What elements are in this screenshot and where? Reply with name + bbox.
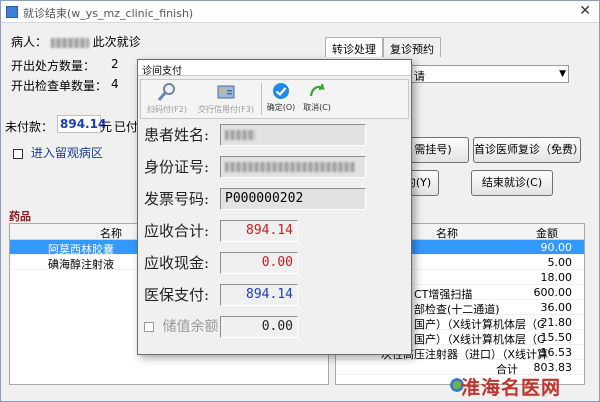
row-amount: 18.00 <box>540 271 573 284</box>
checkbox-box[interactable] <box>144 322 154 332</box>
patient-label-text: 病人： <box>11 35 48 49</box>
tab-transfer[interactable]: 转诊处理 <box>325 37 383 57</box>
unpaid-unit: 元 <box>100 120 113 134</box>
paid-label: 已付 <box>114 120 139 134</box>
row-amount: 600.00 <box>533 286 573 299</box>
cancel-label: 取消(C) <box>303 103 331 112</box>
cash-receivable-label: 应收现金: <box>144 254 210 272</box>
exam-count-label: 开出检查单数量： <box>11 79 108 93</box>
column-header-name: 名称 <box>436 227 458 240</box>
unpaid-amount: 894.14 <box>57 115 106 133</box>
exam-count-value: 4 <box>111 77 119 91</box>
prescription-count-value: 2 <box>111 57 119 71</box>
credit-pay-button[interactable]: 交行信用付(F3) <box>195 82 257 115</box>
window-title: 就诊结束(w_ys_mz_clinic_finish) <box>23 7 194 20</box>
undo-arrow-icon <box>309 83 325 97</box>
combo-value: 请 <box>414 70 425 83</box>
scan-pay-button[interactable]: 扫码付(F2) <box>145 82 189 115</box>
id-card-icon <box>217 85 235 99</box>
dialog-toolbar: 扫码付(F2) 交行信用付(F3) 确定(O) 取消(C) <box>140 79 409 119</box>
stored-balance-label: 储值余额 <box>162 319 219 335</box>
observe-checkbox[interactable]: 进入留观病区 <box>13 144 103 161</box>
row-amount: 21.80 <box>540 316 573 329</box>
credit-pay-label: 交行信用付(F3) <box>198 105 254 114</box>
confirm-label: 确定(O) <box>266 103 296 112</box>
chevron-down-icon[interactable]: ▼ <box>559 69 566 79</box>
cancel-button[interactable]: 取消(C) <box>301 82 333 113</box>
end-visit-button[interactable]: 结束就诊(C) <box>471 170 553 196</box>
patient-label: 病人： 此次就诊 <box>11 33 141 50</box>
tab-revisit[interactable]: 复诊预约 <box>383 37 441 57</box>
row-amount: 36.00 <box>540 301 573 314</box>
app-icon <box>6 6 18 18</box>
prescription-count-label: 开出处方数量： <box>11 59 96 73</box>
patient-name-redacted <box>50 37 89 48</box>
patient-name-field <box>220 124 366 146</box>
row-amount: 16.53 <box>540 346 573 359</box>
toolbar-divider <box>261 83 262 115</box>
row-amount: 15.50 <box>540 331 573 344</box>
column-header-name: 名称 <box>100 227 122 240</box>
row-name: 碘海醇注射液 <box>48 258 114 271</box>
invoice-number-label: 发票号码: <box>144 190 210 208</box>
watermark: 淮海名医网 <box>461 377 562 399</box>
first-doctor-revisit-button[interactable]: 首诊医师复诊（免费） <box>473 137 584 163</box>
row-amount: 90.00 <box>540 241 573 254</box>
confirm-button[interactable]: 确定(O) <box>265 82 297 113</box>
id-number-field <box>220 156 366 178</box>
scan-pay-label: 扫码付(F2) <box>147 105 187 114</box>
id-number-label: 身份证号: <box>144 158 210 176</box>
payment-dialog: 诊间支付 扫码付(F2) 交行信用付(F3) 确定(O) 取消(C) 患者姓名:… <box>137 59 412 355</box>
row-amount: 5.00 <box>547 256 573 269</box>
unpaid-label: 未付款： <box>5 120 54 134</box>
patient-name-label: 患者姓名: <box>144 126 210 144</box>
column-header-amount: 金额 <box>536 227 558 240</box>
total-receivable-label: 应收合计: <box>144 222 210 240</box>
total-receivable-field: 894.14 <box>220 220 298 242</box>
close-icon[interactable]: ✕ <box>579 3 591 19</box>
need-register-label: 需挂号) <box>414 143 452 156</box>
checkbox-box[interactable] <box>13 148 23 159</box>
check-circle-icon <box>273 83 289 99</box>
magnifier-icon <box>157 83 175 101</box>
patient-suffix: 此次就诊 <box>92 35 141 49</box>
insurance-pay-field: 894.14 <box>220 284 298 306</box>
dialog-title: 诊间支付 <box>138 60 411 77</box>
id-number-redacted <box>225 161 355 172</box>
stored-balance-field: 0.00 <box>220 316 298 338</box>
tab-strip: 转诊处理 复诊预约 <box>325 37 441 57</box>
patient-name-redacted <box>225 129 255 140</box>
cash-receivable-field: 0.00 <box>220 252 298 274</box>
insurance-pay-label: 医保支付: <box>144 286 210 304</box>
title-bar: 就诊结束(w_ys_mz_clinic_finish) ✕ <box>1 1 599 23</box>
observe-checkbox-label: 进入留观病区 <box>30 146 103 160</box>
section-title: 药品 <box>9 210 31 223</box>
invoice-number-field: P000000202 <box>220 188 366 210</box>
stored-balance-checkbox[interactable]: 储值余额 <box>144 316 218 336</box>
